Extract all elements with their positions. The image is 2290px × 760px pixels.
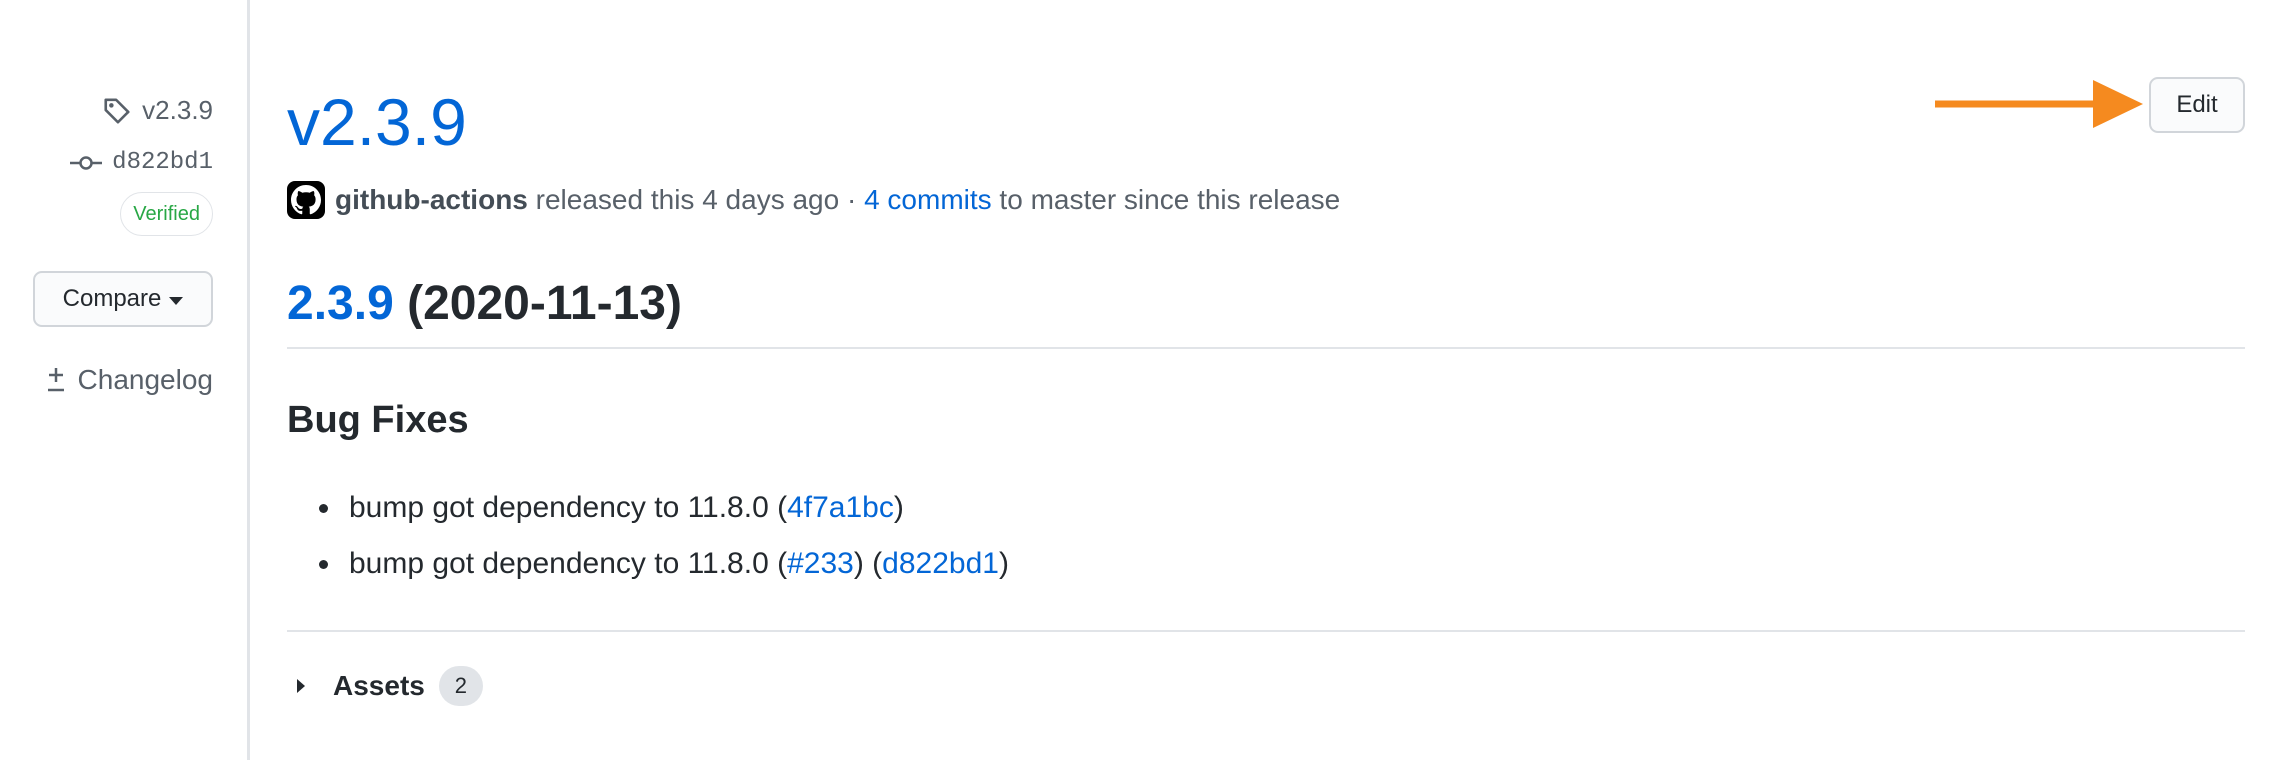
commit-link[interactable]: d822bd1	[882, 547, 999, 580]
list-item: bump got dependency to 11.8.0 (4f7a1bc)	[319, 480, 1009, 536]
pull-request-link[interactable]: #233	[787, 547, 854, 580]
commit-icon	[70, 155, 103, 170]
release-title[interactable]: v2.3.9	[287, 82, 467, 162]
fix-text: bump got dependency to 11.8.0 (	[349, 547, 788, 580]
version-date: (2020-11-13)	[393, 277, 682, 330]
commit-link[interactable]: d822bd1	[70, 149, 213, 176]
author-link[interactable]: github-actions	[335, 184, 528, 216]
commit-sha: d822bd1	[112, 149, 213, 176]
version-heading: 2.3.9 (2020-11-13)	[287, 274, 682, 334]
assets-count-badge: 2	[438, 666, 483, 706]
fix-close: )	[893, 491, 904, 524]
plus-minus-icon	[47, 368, 64, 392]
compare-label: Compare	[62, 285, 162, 312]
tag-label: v2.3.9	[142, 95, 213, 125]
tag-link[interactable]: v2.3.9	[102, 95, 213, 126]
release-main: v2.3.9 Edit github-actions released this…	[287, 0, 2245, 760]
caret-right-icon	[297, 679, 305, 693]
github-icon	[291, 185, 321, 215]
list-item: bump got dependency to 11.8.0 (#233) (d8…	[319, 536, 1009, 592]
verified-badge[interactable]: Verified	[120, 192, 213, 236]
release-meta: github-actions released this 4 days ago …	[287, 181, 1340, 219]
avatar[interactable]	[287, 181, 325, 219]
changelog-label: Changelog	[77, 364, 213, 395]
assets-toggle[interactable]: Assets 2	[297, 666, 483, 706]
divider	[287, 630, 2245, 632]
commit-link[interactable]: 4f7a1bc	[787, 491, 894, 524]
compare-button[interactable]: Compare	[33, 271, 213, 327]
released-text: released this 4 days ago ·	[527, 184, 865, 215]
commits-suffix: to master since this release	[991, 184, 1341, 215]
assets-label: Assets	[333, 670, 425, 701]
divider	[287, 347, 2245, 349]
fix-list: bump got dependency to 11.8.0 (4f7a1bc) …	[319, 480, 1009, 592]
bug-fixes-heading: Bug Fixes	[287, 399, 469, 441]
tag-icon	[104, 97, 130, 124]
release-sidebar: v2.3.9 d822bd1 Verified Compare Changelo…	[0, 0, 250, 760]
fix-middle: ) (	[853, 547, 883, 580]
commits-link[interactable]: 4 commits	[864, 184, 992, 216]
edit-button[interactable]: Edit	[2149, 77, 2245, 133]
fix-close: )	[998, 547, 1009, 580]
caret-down-icon	[169, 296, 184, 305]
arrow-right-icon	[1935, 80, 2143, 128]
version-link[interactable]: 2.3.9	[287, 277, 394, 330]
fix-text: bump got dependency to 11.8.0 (	[349, 491, 788, 524]
changelog-link[interactable]: Changelog	[44, 364, 213, 396]
